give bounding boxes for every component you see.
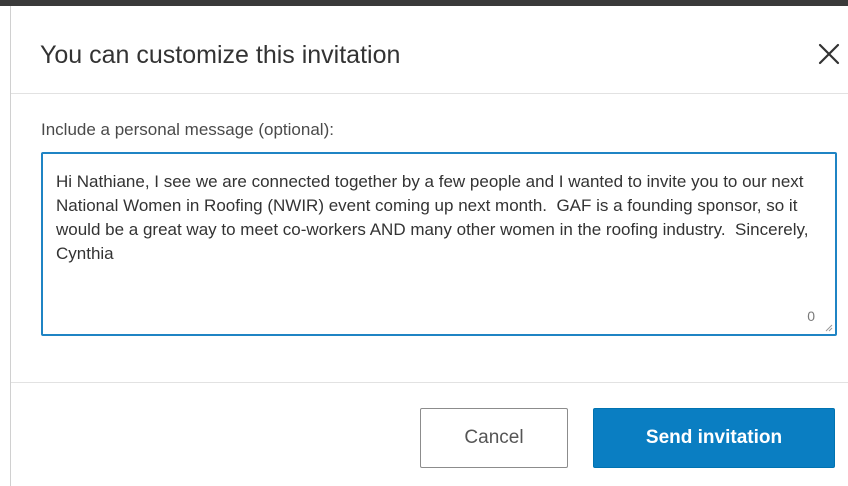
message-label: Include a personal message (optional): <box>41 120 334 139</box>
personal-message-textarea[interactable]: Hi Nathiane, I see we are connected toge… <box>41 152 837 336</box>
personal-message-text: Hi Nathiane, I see we are connected toge… <box>56 172 814 263</box>
character-count: 0 <box>807 308 815 324</box>
close-icon <box>818 43 840 65</box>
invitation-dialog: You can customize this invitation Includ… <box>10 6 848 486</box>
cancel-button[interactable]: Cancel <box>420 408 568 468</box>
resize-handle-icon[interactable] <box>825 324 833 332</box>
footer-divider <box>11 382 848 383</box>
send-invitation-button[interactable]: Send invitation <box>593 408 835 468</box>
close-button[interactable] <box>817 42 841 66</box>
dialog-header: You can customize this invitation <box>11 6 848 94</box>
dialog-title: You can customize this invitation <box>40 41 401 69</box>
